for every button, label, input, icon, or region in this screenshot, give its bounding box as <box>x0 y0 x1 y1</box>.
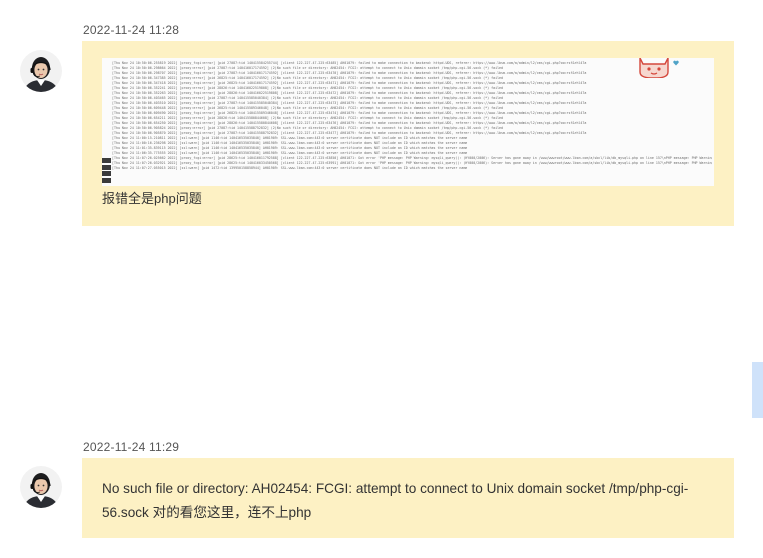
log-gutter <box>102 158 111 185</box>
message-bubble: No such file or directory: AH02454: FCGI… <box>82 458 734 538</box>
message-timestamp: 2022-11-24 11:29 <box>83 440 180 454</box>
cat-face-sticker-icon <box>639 58 669 78</box>
avatar[interactable] <box>20 466 62 508</box>
log-line: [Thu Nov 24 11:07:27.055015 2022] [ssl:w… <box>112 166 468 170</box>
log-lines: [Thu Nov 24 10:50:06.255819 2022] [proxy… <box>112 61 712 171</box>
scrollbar-thumb[interactable] <box>752 362 763 418</box>
avatar[interactable] <box>20 50 62 92</box>
heart-icon <box>673 60 679 66</box>
message-caption: 报错全是php问题 <box>102 191 202 206</box>
message-text: No such file or directory: AH02454: FCGI… <box>102 481 689 520</box>
error-log-screenshot[interactable]: [Thu Nov 24 10:50:06.255819 2022] [proxy… <box>102 58 714 186</box>
message-timestamp: 2022-11-24 11:28 <box>83 23 180 37</box>
support-agent-avatar-icon <box>20 466 62 508</box>
message-bubble: [Thu Nov 24 10:50:06.255819 2022] [proxy… <box>82 41 734 226</box>
support-agent-avatar-icon <box>20 50 62 92</box>
